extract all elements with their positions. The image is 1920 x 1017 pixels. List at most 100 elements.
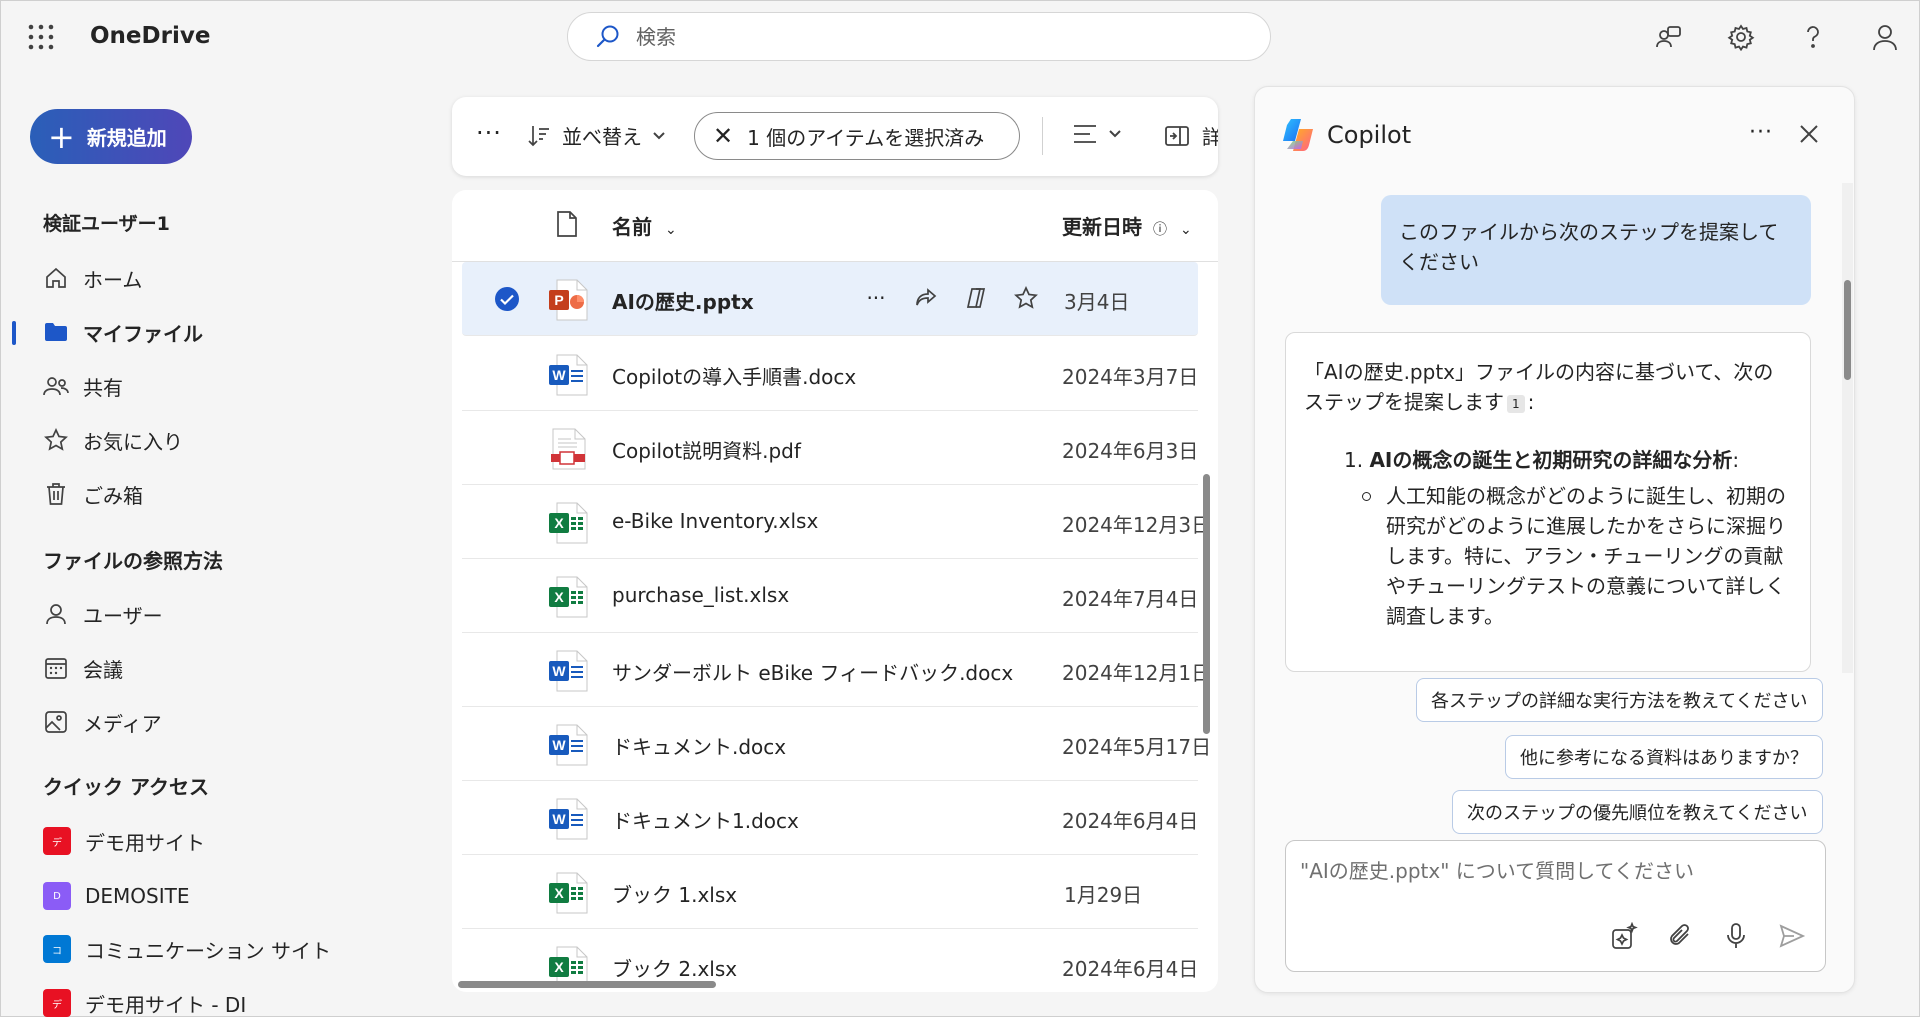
- nav-item-meetings[interactable]: 会議: [43, 648, 123, 688]
- copilot-action-icon[interactable]: [962, 284, 990, 312]
- settings-gear-icon[interactable]: [1723, 19, 1759, 55]
- user-message-bubble: このファイルから次のステップを提案してください: [1381, 195, 1811, 305]
- column-header-name[interactable]: 名前 ⌄: [612, 211, 677, 240]
- quick-item-communication-site[interactable]: コ コミュニケーション サイト: [43, 929, 331, 969]
- app-title[interactable]: OneDrive: [90, 23, 210, 49]
- suggestion-chip[interactable]: 次のステップの優先順位を教えてください: [1452, 790, 1823, 834]
- svg-text:X: X: [554, 589, 564, 605]
- more-options-icon[interactable]: ···: [476, 119, 502, 147]
- more-actions-icon[interactable]: ···: [862, 284, 890, 312]
- share-icon[interactable]: [912, 284, 940, 312]
- search-input[interactable]: [636, 24, 1196, 49]
- file-row[interactable]: Copilot説明資料.pdf 2024年6月3日: [462, 411, 1198, 485]
- attach-paperclip-icon[interactable]: [1665, 921, 1695, 951]
- nav-item-my-files[interactable]: マイファイル: [43, 312, 203, 352]
- details-pane-button[interactable]: 詳: [1164, 121, 1218, 150]
- nav-item-media[interactable]: メディア: [43, 702, 162, 742]
- file-row[interactable]: P AIの歴史.pptx ··· 3月4日: [462, 262, 1198, 336]
- suggestion-chip[interactable]: 各ステップの詳細な実行方法を教えてください: [1416, 678, 1823, 722]
- microphone-icon[interactable]: [1721, 921, 1751, 951]
- copilot-prompt-input[interactable]: [1300, 859, 1800, 883]
- file-type-column-icon[interactable]: [556, 210, 578, 238]
- nav-item-label: ホーム: [83, 267, 143, 292]
- file-modified: 3月4日: [1064, 290, 1130, 314]
- row-actions: ···: [862, 284, 1040, 312]
- suggestion-chip[interactable]: 他に参考になる資料はありますか？: [1505, 735, 1823, 779]
- nav-item-recycle-bin[interactable]: ごみ箱: [43, 474, 143, 514]
- quick-item-demo-site[interactable]: デ デモ用サイト: [43, 821, 205, 861]
- file-list: 名前 ⌄ 更新日時 ⓘ ⌄ P AIの歴史.pptx ··· 3月4日 W Co…: [452, 190, 1218, 992]
- horizontal-scrollbar[interactable]: [458, 981, 716, 988]
- nav-item-label: 共有: [83, 375, 123, 400]
- svg-text:X: X: [554, 515, 564, 531]
- command-bar: ··· 並べ替え ✕ 1 個のアイテムを選択済み 詳: [452, 97, 1218, 176]
- copilot-scrollbar[interactable]: [1844, 280, 1851, 380]
- account-avatar-icon[interactable]: [1867, 19, 1903, 55]
- help-icon[interactable]: [1795, 19, 1831, 55]
- vertical-scrollbar[interactable]: [1203, 474, 1210, 734]
- step-title-colon: :: [1732, 448, 1740, 472]
- new-add-button[interactable]: + 新規追加: [30, 109, 192, 164]
- file-row[interactable]: X e-Bike Inventory.xlsx 2024年12月3日: [462, 485, 1211, 559]
- step-number: 1.: [1344, 448, 1364, 472]
- sort-label: 並べ替え: [562, 125, 642, 149]
- prompt-sparkle-icon[interactable]: [1609, 921, 1639, 951]
- search-box[interactable]: [567, 12, 1271, 61]
- file-name[interactable]: ブック 2.xlsx: [612, 953, 737, 982]
- file-name[interactable]: ドキュメント.docx: [612, 731, 786, 760]
- steps-list: 1. AIの概念の誕生と初期研究の詳細な分析: 人工知能の概念がどのように誕生し…: [1344, 445, 1792, 631]
- svg-text:W: W: [552, 663, 566, 679]
- details-pane-icon: [1164, 125, 1190, 147]
- top-bar: OneDrive: [1, 1, 1920, 73]
- chevron-down-icon: [652, 131, 666, 141]
- close-icon: ✕: [713, 122, 734, 150]
- step-detail: 人工知能の概念がどのように誕生し、初期の研究がどのように進展したかをさらに深掘り…: [1362, 481, 1792, 631]
- app-launcher-icon[interactable]: [27, 23, 55, 51]
- nav-item-home[interactable]: ホーム: [43, 258, 142, 298]
- close-icon[interactable]: [1796, 121, 1822, 147]
- citation-badge[interactable]: 1: [1507, 394, 1525, 413]
- top-actions: [1651, 19, 1903, 55]
- file-name[interactable]: e-Bike Inventory.xlsx: [612, 509, 818, 533]
- quick-item-label: DEMOSITE: [85, 884, 190, 908]
- step-detail-text: 人工知能の概念がどのように誕生し、初期の研究がどのように進展したかをさらに深掘り…: [1386, 484, 1786, 628]
- file-modified: 2024年3月7日: [1062, 365, 1199, 389]
- person-icon: [43, 601, 69, 627]
- send-icon[interactable]: [1777, 921, 1807, 951]
- nav-item-favorites[interactable]: お気に入り: [43, 420, 183, 460]
- quick-item-demo-site-di[interactable]: デ デモ用サイト - DI: [43, 983, 246, 1017]
- sort-button[interactable]: 並べ替え: [526, 121, 666, 150]
- powerpoint-file-icon: P: [547, 278, 589, 322]
- file-name[interactable]: AIの歴史.pptx: [612, 286, 754, 315]
- checkmark-circle-icon[interactable]: [494, 286, 520, 312]
- search-icon: [594, 23, 622, 51]
- share-with-people-icon[interactable]: [1651, 19, 1687, 55]
- file-row[interactable]: X ブック 1.xlsx 1月29日: [462, 855, 1198, 929]
- file-name[interactable]: Copilot説明資料.pdf: [612, 435, 801, 464]
- chevron-down-icon: [1108, 129, 1122, 139]
- favorite-star-icon[interactable]: [1012, 284, 1040, 312]
- file-name[interactable]: ブック 1.xlsx: [612, 879, 737, 908]
- clear-selection-button[interactable]: ✕ 1 個のアイテムを選択済み: [694, 112, 1020, 160]
- file-name[interactable]: ドキュメント1.docx: [612, 805, 799, 834]
- file-row[interactable]: W サンダーボルト eBike フィードバック.docx 2024年12月1日: [462, 633, 1211, 707]
- file-list-header: 名前 ⌄ 更新日時 ⓘ ⌄: [452, 190, 1218, 262]
- file-row[interactable]: X purchase_list.xlsx 2024年7月4日: [462, 559, 1198, 633]
- file-modified: 2024年5月17日: [1062, 735, 1212, 759]
- svg-text:P: P: [554, 292, 563, 308]
- file-name[interactable]: Copilotの導入手順書.docx: [612, 361, 856, 390]
- nav-item-people[interactable]: ユーザー: [43, 594, 163, 634]
- file-row[interactable]: W ドキュメント.docx 2024年5月17日: [462, 707, 1211, 781]
- file-row[interactable]: W Copilotの導入手順書.docx 2024年3月7日: [462, 337, 1198, 411]
- quick-item-demosite[interactable]: D DEMOSITE: [43, 876, 189, 916]
- column-header-modified[interactable]: 更新日時 ⓘ ⌄: [1062, 211, 1192, 240]
- view-options-button[interactable]: [1072, 123, 1122, 145]
- svg-text:W: W: [552, 367, 566, 383]
- file-name[interactable]: サンダーボルト eBike フィードバック.docx: [612, 657, 1013, 686]
- file-modified: 2024年7月4日: [1062, 587, 1199, 611]
- file-row[interactable]: W ドキュメント1.docx 2024年6月4日: [462, 781, 1198, 855]
- file-name[interactable]: purchase_list.xlsx: [612, 583, 789, 607]
- nav-item-shared[interactable]: 共有: [43, 366, 123, 406]
- active-nav-indicator: [12, 321, 16, 345]
- copilot-more-icon[interactable]: ···: [1749, 120, 1773, 145]
